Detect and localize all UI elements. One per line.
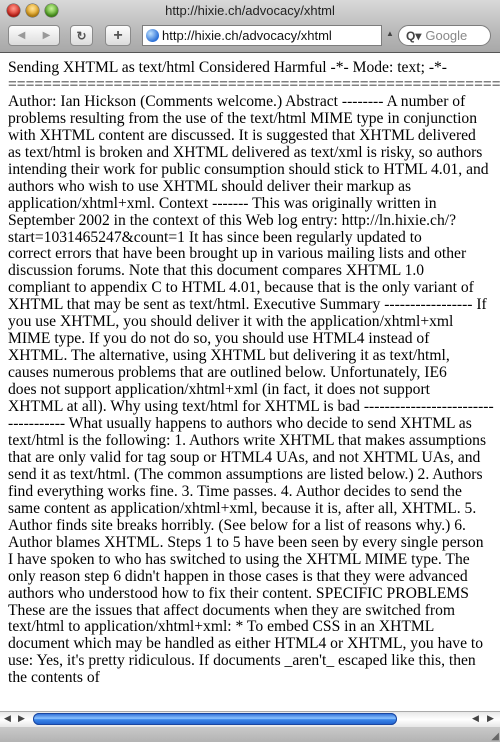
- text-line: text/html is the following: 1. Authors w…: [8, 431, 487, 449]
- address-bar[interactable]: http://hixie.ch/advocacy/xhtml: [142, 25, 382, 46]
- text-line: problems resulting from the use of the t…: [8, 109, 478, 127]
- search-placeholder: Google: [425, 28, 468, 43]
- status-bar: ◢: [0, 727, 500, 742]
- text-line: correct errors that have been brought up…: [8, 245, 467, 263]
- text-line: find everything works fine. 3. Time pass…: [8, 482, 462, 500]
- text-line: does not support application/xhtml+xml (…: [8, 381, 430, 399]
- resize-grip-icon[interactable]: ◢: [491, 731, 499, 742]
- scroll-left-icon[interactable]: ◀: [4, 713, 11, 724]
- add-bookmark-button[interactable]: +: [105, 25, 131, 46]
- document-title-line: Sending XHTML as text/html Considered Ha…: [8, 60, 448, 76]
- scroll-right-icon[interactable]: ▶: [18, 713, 25, 724]
- text-line: send it as text/html. (The common assump…: [8, 465, 483, 483]
- text-line: the contents of: [8, 669, 100, 687]
- page-content: Sending XHTML as text/html Considered Ha…: [8, 60, 500, 710]
- text-line: use: Yes, it's pretty ridiculous. If doc…: [8, 652, 476, 670]
- window-title: http://hixie.ch/advocacy/xhtml: [165, 3, 335, 18]
- scrollbar-thumb[interactable]: [33, 713, 397, 725]
- back-arrow-icon[interactable]: ◀: [18, 30, 26, 41]
- text-line: start=1031465247&count=1 It has since be…: [8, 228, 422, 246]
- text-line: September 2002 in the context of this We…: [8, 211, 456, 229]
- text-line: XHTML. The alternative, using XHTML but …: [8, 347, 450, 365]
- text-line: discussion forums. Note that this docume…: [8, 262, 425, 280]
- text-line: ----------- What usually happens to auth…: [8, 415, 472, 433]
- url-dropdown-icon[interactable]: ▲: [386, 29, 394, 38]
- separator-line: ========================================…: [8, 75, 500, 93]
- text-line: you use XHTML, you should deliver it wit…: [8, 313, 454, 331]
- text-line: These are the issues that affect documen…: [8, 601, 456, 619]
- text-line: Author finds site breaks horribly. (See …: [8, 516, 466, 534]
- text-line: causes numerous problems that are outlin…: [8, 364, 447, 382]
- text-line: application/xhtml+xml. Context ------- T…: [8, 194, 437, 212]
- text-line: Author: Ian Hickson (Comments welcome.) …: [8, 92, 466, 110]
- url-text: http://hixie.ch/advocacy/xhtml: [162, 28, 332, 43]
- text-line: Author blames XHTML. Steps 1 to 5 have b…: [8, 533, 484, 551]
- text-line: only reason step 6 didn't happen in thos…: [8, 567, 468, 585]
- search-icon[interactable]: Q▾: [406, 29, 421, 43]
- horizontal-scrollbar[interactable]: ◀ ▶ ◀ ▶: [0, 711, 500, 727]
- search-field[interactable]: Q▾ Google: [398, 25, 491, 46]
- text-line: compliant to appendix C to HTML 4.01, be…: [8, 279, 474, 297]
- text-line: XHTML that may be sent as text/html. Exe…: [8, 296, 487, 314]
- text-line: I have spoken to who has switched to usi…: [8, 550, 470, 568]
- text-line: intending their work for public consumpt…: [8, 160, 489, 178]
- browser-toolbar: http://hixie.ch/advocacy/xhtml ◀ ▶ ↻ + h…: [0, 0, 500, 53]
- text-line: MIME type. If you do not do so, you shou…: [8, 330, 430, 348]
- text-line: authors who understood how to fix their …: [8, 584, 469, 602]
- text-line: as text/html is broken and XHTML deliver…: [8, 143, 483, 161]
- reload-button[interactable]: ↻: [70, 25, 93, 46]
- back-forward-buttons: ◀ ▶: [8, 25, 60, 46]
- globe-icon: [146, 29, 159, 42]
- text-line: document which may be handled as either …: [8, 635, 484, 653]
- scroll-right-icon-end[interactable]: ▶: [487, 713, 494, 724]
- text-line: with XHTML content are discussed. It is …: [8, 126, 476, 144]
- scroll-left-icon-end[interactable]: ◀: [472, 713, 479, 724]
- text-line: same content as application/xhtml+xml, b…: [8, 499, 477, 517]
- text-line: that are only valid for tag soup or HTML…: [8, 448, 481, 466]
- plus-icon: +: [113, 26, 123, 44]
- forward-arrow-icon[interactable]: ▶: [43, 30, 51, 41]
- text-line: text/html to application/xhtml+xml: * To…: [8, 618, 435, 636]
- reload-icon: ↻: [76, 28, 87, 43]
- text-line: authors who wish to use XHTML should del…: [8, 177, 412, 195]
- text-line: XHTML at all). Why using text/html for X…: [8, 398, 494, 416]
